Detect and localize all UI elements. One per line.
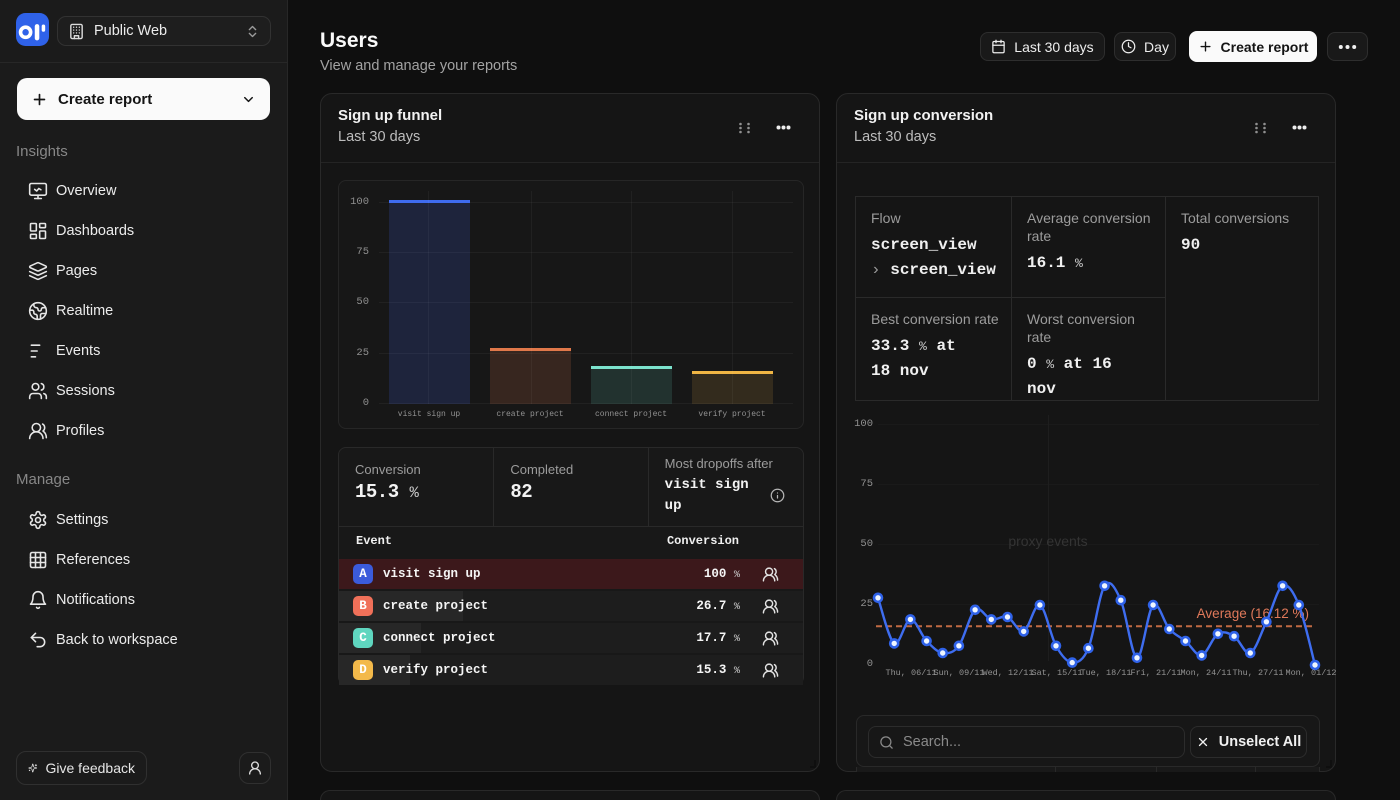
svg-text:Average (16.12 %): Average (16.12 %) xyxy=(1197,606,1309,621)
